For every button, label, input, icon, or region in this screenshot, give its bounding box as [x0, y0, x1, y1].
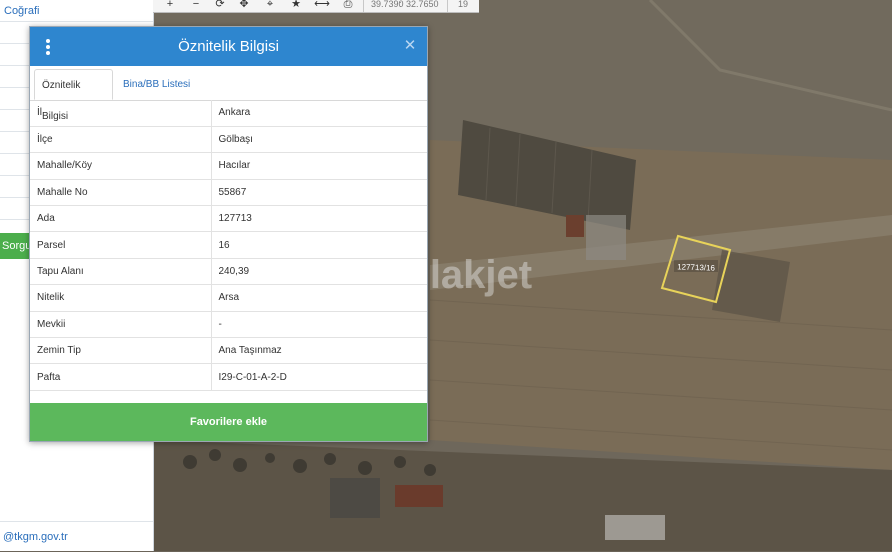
row-value: 16	[211, 231, 427, 259]
row-value: Ana Taşınmaz	[211, 337, 427, 365]
locate-icon[interactable]: ⌖	[259, 0, 281, 12]
row-value: -	[211, 311, 427, 339]
tab-bina-bb-listesi[interactable]: Bina/BB Listesi	[116, 69, 197, 100]
row-value: 127713	[211, 205, 427, 233]
table-row: İlçe Gölbaşı	[30, 126, 427, 154]
sidebar-item-cografi[interactable]: Coğrafi	[0, 0, 153, 22]
zoom-level: 19	[458, 0, 469, 9]
popup-title: Öznitelik Bilgisi	[178, 38, 279, 55]
star-icon[interactable]: ★	[285, 0, 307, 12]
row-key: Parsel	[30, 231, 212, 259]
move-icon[interactable]: ✥	[233, 0, 255, 12]
table-row: Nitelik Arsa	[30, 284, 427, 312]
table-row: Pafta I29-C-01-A-2-D	[30, 363, 427, 391]
refresh-icon[interactable]: ⟳	[209, 0, 231, 12]
table-row: İl Ankara	[30, 100, 427, 127]
close-icon[interactable]: ✕	[403, 36, 417, 56]
coord-separator: :	[399, 0, 402, 9]
row-key: Tapu Alanı	[30, 258, 212, 286]
map-toolbar: + − ⟳ ✥ ⌖ ★ ⟷ ⎙ 39.7390 : 32.7650 19	[153, 0, 479, 13]
print-icon[interactable]: ⎙	[337, 0, 359, 12]
attribute-table: İl Ankara İlçe Gölbaşı Mahalle/Köy Hacılar …	[30, 100, 427, 391]
footer-link[interactable]: @tkgm.gov.tr	[0, 521, 153, 551]
row-key: Ada	[30, 205, 212, 233]
row-value: Ankara	[211, 100, 427, 127]
table-row: Ada 127713	[30, 205, 427, 233]
row-key: Nitelik	[30, 284, 212, 312]
row-key: Mahalle No	[30, 179, 212, 207]
toolbar-divider	[447, 0, 448, 12]
row-value: Arsa	[211, 284, 427, 312]
coordinate-lon: 32.7650	[406, 0, 439, 9]
row-value: I29-C-01-A-2-D	[211, 363, 427, 391]
table-row: Mahalle No 55867	[30, 179, 427, 207]
row-key: İlçe	[30, 126, 212, 154]
table-row: Parsel 16	[30, 231, 427, 259]
row-key: Pafta	[30, 363, 212, 391]
row-value: Hacılar	[211, 152, 427, 180]
table-row: Mahalle/Köy Hacılar	[30, 152, 427, 180]
add-to-favorites-button[interactable]: Favorilere ekle	[30, 403, 427, 441]
popup-header: Öznitelik Bilgisi ✕	[30, 27, 427, 66]
parcel-label: 127713/16	[677, 262, 716, 272]
row-value: 240,39	[211, 258, 427, 286]
popup-tabs: Öznitelik Bilgisi Bina/BB Listesi	[30, 66, 427, 122]
table-row: Zemin Tip Ana Taşınmaz	[30, 337, 427, 365]
table-row: Mevkii -	[30, 311, 427, 339]
row-value: 55867	[211, 179, 427, 207]
row-value: Gölbaşı	[211, 126, 427, 154]
row-key: Mevkii	[30, 311, 212, 339]
row-key: İl	[30, 100, 212, 127]
minus-icon[interactable]: −	[185, 0, 207, 12]
measure-icon[interactable]: ⟷	[311, 0, 333, 12]
tab-oznitelik-bilgisi[interactable]: Öznitelik Bilgisi	[34, 69, 113, 122]
vertical-dots-menu-icon[interactable]	[44, 39, 52, 55]
row-key: Mahalle/Köy	[30, 152, 212, 180]
toolbar-divider	[363, 0, 364, 12]
attribute-info-popup: Öznitelik Bilgisi ✕ Öznitelik Bilgisi Bi…	[29, 26, 428, 442]
plus-icon[interactable]: +	[159, 0, 181, 12]
table-row: Tapu Alanı 240,39	[30, 258, 427, 286]
row-key: Zemin Tip	[30, 337, 212, 365]
